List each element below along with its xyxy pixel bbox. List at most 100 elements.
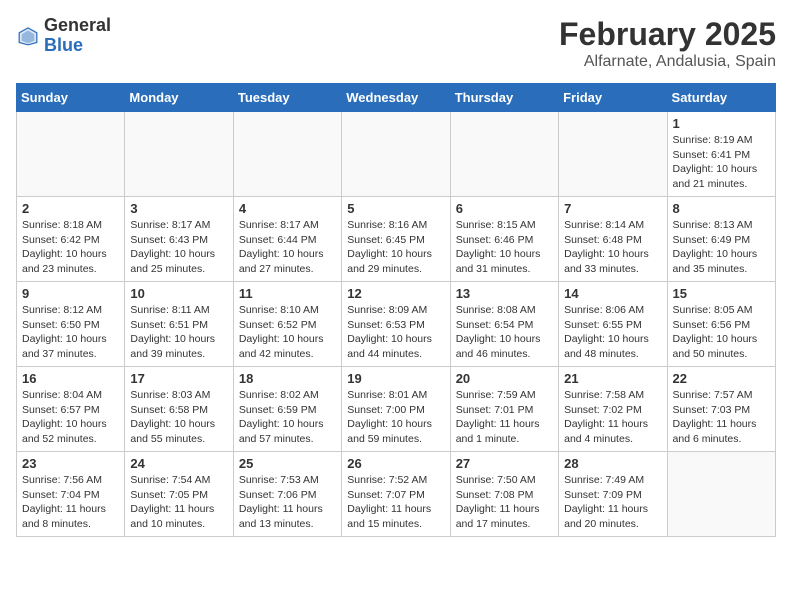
day-number: 27 bbox=[456, 456, 553, 471]
calendar-cell: 9 Sunrise: 8:12 AM Sunset: 6:50 PM Daylig… bbox=[17, 282, 125, 367]
weekday-header-sunday: Sunday bbox=[17, 84, 125, 112]
day-number: 24 bbox=[130, 456, 227, 471]
calendar-cell: 4Sunrise: 8:17 AM Sunset: 6:44 PM Daylig… bbox=[233, 197, 341, 282]
weekday-header-wednesday: Wednesday bbox=[342, 84, 450, 112]
day-number: 25 bbox=[239, 456, 336, 471]
calendar-cell: 26 Sunrise: 7:52 AM Sunset: 7:07 PM Dayli… bbox=[342, 452, 450, 537]
calendar-cell: 21 Sunrise: 7:58 AM Sunset: 7:02 PM Dayli… bbox=[559, 367, 667, 452]
calendar-cell: 19Sunrise: 8:01 AM Sunset: 7:00 PM Dayli… bbox=[342, 367, 450, 452]
day-number: 16 bbox=[22, 371, 119, 386]
day-info: Sunrise: 7:58 AM Sunset: 7:02 PM Dayligh… bbox=[564, 388, 661, 447]
calendar-cell bbox=[125, 112, 233, 197]
day-info: Sunrise: 8:06 AM Sunset: 6:55 PM Dayligh… bbox=[564, 303, 661, 362]
logo-blue-text: Blue bbox=[44, 35, 83, 55]
calendar-cell: 23 Sunrise: 7:56 AM Sunset: 7:04 PM Dayli… bbox=[17, 452, 125, 537]
calendar-cell: 3 Sunrise: 8:17 AM Sunset: 6:43 PM Daylig… bbox=[125, 197, 233, 282]
weekday-header-row: SundayMondayTuesdayWednesdayThursdayFrid… bbox=[17, 84, 776, 112]
day-info: Sunrise: 8:15 AM Sunset: 6:46 PM Dayligh… bbox=[456, 218, 553, 277]
day-info: Sunrise: 8:03 AM Sunset: 6:58 PM Dayligh… bbox=[130, 388, 227, 447]
day-number: 19 bbox=[347, 371, 444, 386]
day-info: Sunrise: 8:16 AM Sunset: 6:45 PM Dayligh… bbox=[347, 218, 444, 277]
day-info: Sunrise: 7:49 AM Sunset: 7:09 PM Dayligh… bbox=[564, 473, 661, 532]
day-number: 6 bbox=[456, 201, 553, 216]
day-info: Sunrise: 7:52 AM Sunset: 7:07 PM Dayligh… bbox=[347, 473, 444, 532]
calendar-cell bbox=[667, 452, 775, 537]
day-info: Sunrise: 8:05 AM Sunset: 6:56 PM Dayligh… bbox=[673, 303, 770, 362]
calendar-cell: 18 Sunrise: 8:02 AM Sunset: 6:59 PM Dayli… bbox=[233, 367, 341, 452]
day-number: 2 bbox=[22, 201, 119, 216]
calendar-cell: 27 Sunrise: 7:50 AM Sunset: 7:08 PM Dayli… bbox=[450, 452, 558, 537]
calendar-cell: 14Sunrise: 8:06 AM Sunset: 6:55 PM Dayli… bbox=[559, 282, 667, 367]
calendar-cell: 25 Sunrise: 7:53 AM Sunset: 7:06 PM Dayli… bbox=[233, 452, 341, 537]
day-number: 9 bbox=[22, 286, 119, 301]
day-number: 7 bbox=[564, 201, 661, 216]
calendar-cell: 12 Sunrise: 8:09 AM Sunset: 6:53 PM Dayli… bbox=[342, 282, 450, 367]
week-row-5: 23 Sunrise: 7:56 AM Sunset: 7:04 PM Dayli… bbox=[17, 452, 776, 537]
day-number: 5 bbox=[347, 201, 444, 216]
calendar-cell: 5 Sunrise: 8:16 AM Sunset: 6:45 PM Daylig… bbox=[342, 197, 450, 282]
day-number: 12 bbox=[347, 286, 444, 301]
day-number: 22 bbox=[673, 371, 770, 386]
day-info: Sunrise: 7:57 AM Sunset: 7:03 PM Dayligh… bbox=[673, 388, 770, 447]
calendar-cell: 22 Sunrise: 7:57 AM Sunset: 7:03 PM Dayli… bbox=[667, 367, 775, 452]
day-number: 4 bbox=[239, 201, 336, 216]
calendar-cell bbox=[233, 112, 341, 197]
calendar-cell bbox=[559, 112, 667, 197]
calendar-cell: 24 Sunrise: 7:54 AM Sunset: 7:05 PM Dayli… bbox=[125, 452, 233, 537]
week-row-2: 2 Sunrise: 8:18 AM Sunset: 6:42 PM Daylig… bbox=[17, 197, 776, 282]
logo-general-text: General bbox=[44, 15, 111, 35]
calendar-cell: 28 Sunrise: 7:49 AM Sunset: 7:09 PM Dayli… bbox=[559, 452, 667, 537]
day-number: 28 bbox=[564, 456, 661, 471]
day-number: 20 bbox=[456, 371, 553, 386]
calendar-cell bbox=[450, 112, 558, 197]
day-info: Sunrise: 8:14 AM Sunset: 6:48 PM Dayligh… bbox=[564, 218, 661, 277]
calendar-cell: 15Sunrise: 8:05 AM Sunset: 6:56 PM Dayli… bbox=[667, 282, 775, 367]
day-number: 23 bbox=[22, 456, 119, 471]
calendar-cell: 6 Sunrise: 8:15 AM Sunset: 6:46 PM Daylig… bbox=[450, 197, 558, 282]
title-block: February 2025 Alfarnate, Andalusia, Spai… bbox=[559, 16, 776, 71]
week-row-1: 1 Sunrise: 8:19 AM Sunset: 6:41 PM Daylig… bbox=[17, 112, 776, 197]
calendar-cell bbox=[342, 112, 450, 197]
day-info: Sunrise: 7:53 AM Sunset: 7:06 PM Dayligh… bbox=[239, 473, 336, 532]
week-row-3: 9 Sunrise: 8:12 AM Sunset: 6:50 PM Daylig… bbox=[17, 282, 776, 367]
calendar-cell bbox=[17, 112, 125, 197]
calendar-cell: 20 Sunrise: 7:59 AM Sunset: 7:01 PM Dayli… bbox=[450, 367, 558, 452]
calendar-cell: 1 Sunrise: 8:19 AM Sunset: 6:41 PM Daylig… bbox=[667, 112, 775, 197]
day-number: 17 bbox=[130, 371, 227, 386]
day-info: Sunrise: 8:11 AM Sunset: 6:51 PM Dayligh… bbox=[130, 303, 227, 362]
day-info: Sunrise: 8:18 AM Sunset: 6:42 PM Dayligh… bbox=[22, 218, 119, 277]
day-number: 3 bbox=[130, 201, 227, 216]
calendar-subtitle: Alfarnate, Andalusia, Spain bbox=[559, 53, 776, 71]
day-info: Sunrise: 7:59 AM Sunset: 7:01 PM Dayligh… bbox=[456, 388, 553, 447]
weekday-header-friday: Friday bbox=[559, 84, 667, 112]
day-info: Sunrise: 8:12 AM Sunset: 6:50 PM Dayligh… bbox=[22, 303, 119, 362]
day-info: Sunrise: 7:54 AM Sunset: 7:05 PM Dayligh… bbox=[130, 473, 227, 532]
day-info: Sunrise: 8:19 AM Sunset: 6:41 PM Dayligh… bbox=[673, 133, 770, 192]
day-info: Sunrise: 8:02 AM Sunset: 6:59 PM Dayligh… bbox=[239, 388, 336, 447]
day-number: 13 bbox=[456, 286, 553, 301]
day-info: Sunrise: 8:04 AM Sunset: 6:57 PM Dayligh… bbox=[22, 388, 119, 447]
weekday-header-monday: Monday bbox=[125, 84, 233, 112]
weekday-header-tuesday: Tuesday bbox=[233, 84, 341, 112]
day-number: 26 bbox=[347, 456, 444, 471]
page-header: General Blue February 2025 Alfarnate, An… bbox=[16, 16, 776, 71]
day-number: 1 bbox=[673, 116, 770, 131]
logo-icon bbox=[16, 24, 40, 48]
calendar-cell: 7 Sunrise: 8:14 AM Sunset: 6:48 PM Daylig… bbox=[559, 197, 667, 282]
day-info: Sunrise: 8:09 AM Sunset: 6:53 PM Dayligh… bbox=[347, 303, 444, 362]
day-info: Sunrise: 8:08 AM Sunset: 6:54 PM Dayligh… bbox=[456, 303, 553, 362]
day-number: 8 bbox=[673, 201, 770, 216]
calendar-cell: 2 Sunrise: 8:18 AM Sunset: 6:42 PM Daylig… bbox=[17, 197, 125, 282]
day-number: 21 bbox=[564, 371, 661, 386]
calendar-body: 1 Sunrise: 8:19 AM Sunset: 6:41 PM Daylig… bbox=[17, 112, 776, 537]
logo: General Blue bbox=[16, 16, 111, 56]
day-number: 11 bbox=[239, 286, 336, 301]
calendar-cell: 11 Sunrise: 8:10 AM Sunset: 6:52 PM Dayli… bbox=[233, 282, 341, 367]
day-number: 18 bbox=[239, 371, 336, 386]
week-row-4: 16 Sunrise: 8:04 AM Sunset: 6:57 PM Dayli… bbox=[17, 367, 776, 452]
day-info: Sunrise: 7:56 AM Sunset: 7:04 PM Dayligh… bbox=[22, 473, 119, 532]
day-info: Sunrise: 8:17 AM Sunset: 6:43 PM Dayligh… bbox=[130, 218, 227, 277]
day-info: Sunrise: 7:50 AM Sunset: 7:08 PM Dayligh… bbox=[456, 473, 553, 532]
day-info: Sunrise: 8:10 AM Sunset: 6:52 PM Dayligh… bbox=[239, 303, 336, 362]
day-number: 10 bbox=[130, 286, 227, 301]
